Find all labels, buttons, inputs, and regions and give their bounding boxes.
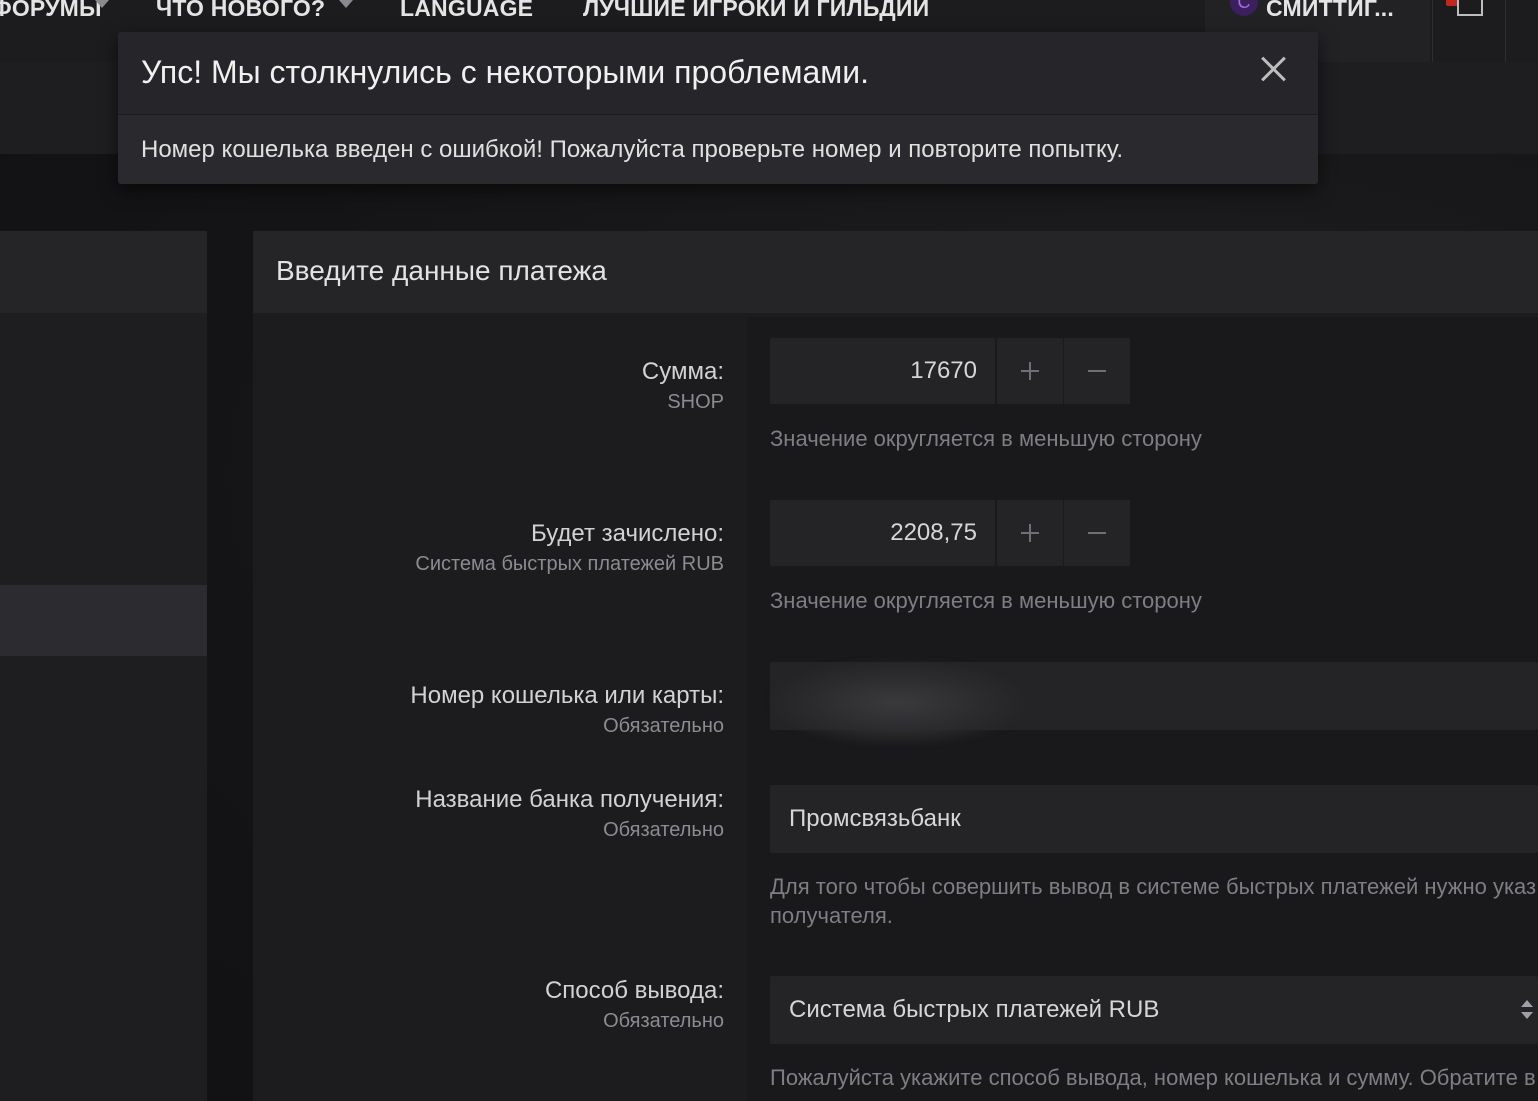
- method-required: Обязательно: [603, 1010, 724, 1032]
- bank-label: Название банка получения:: [415, 786, 724, 813]
- credited-value: 2208,75: [890, 519, 977, 546]
- nav-forums-label: Форумы: [0, 0, 102, 21]
- nav-divider: [1432, 0, 1433, 62]
- method-value: Система быстрых платежей RUB: [789, 996, 1160, 1023]
- nav-whats-new-label: Что нового?: [156, 0, 326, 21]
- amount-currency: SHOP: [667, 391, 724, 413]
- credited-input[interactable]: 2208,75: [770, 500, 995, 566]
- sidebar-header: [0, 231, 207, 313]
- sidebar: [0, 231, 207, 1101]
- nav-top-players[interactable]: Лучшие игроки и гильдии: [583, 0, 929, 26]
- bank-value: Промсвязьбанк: [789, 805, 961, 832]
- credited-decrease-button[interactable]: [1063, 500, 1130, 566]
- error-modal-header: Упс! Мы столкнулись с некоторыми проблем…: [118, 32, 1318, 115]
- nav-top-players-label: Лучшие игроки и гильдии: [583, 0, 930, 21]
- amount-hint: Значение округляется в меньшую сторону: [770, 426, 1202, 451]
- panel-header: Введите данные платежа: [253, 231, 1538, 313]
- chevron-down-icon[interactable]: [95, 0, 109, 8]
- amount-increase-button[interactable]: [996, 338, 1063, 404]
- nav-language-label: Language: [400, 0, 534, 21]
- amount-decrease-button[interactable]: [1063, 338, 1130, 404]
- nav-divider: [1505, 0, 1506, 62]
- redacted-wallet-number: [770, 660, 1025, 745]
- nav-forums[interactable]: Форумы: [0, 0, 102, 26]
- method-select[interactable]: Система быстрых платежей RUB: [770, 976, 1538, 1044]
- method-hint: Пожалуйста укажите способ вывода, номер …: [770, 1065, 1536, 1090]
- error-modal-message: Номер кошелька введен с ошибкой! Пожалуй…: [141, 136, 1124, 163]
- chevron-down-icon[interactable]: [339, 0, 353, 8]
- sidebar-item-active[interactable]: [0, 585, 207, 656]
- credited-method: Система быстрых платежей RUB: [415, 553, 724, 575]
- credited-label: Будет зачислено:: [531, 520, 724, 547]
- select-arrows-icon[interactable]: [1520, 1000, 1534, 1022]
- close-icon[interactable]: [1260, 56, 1286, 82]
- bank-required: Обязательно: [603, 819, 724, 841]
- amount-input[interactable]: 17670: [770, 338, 995, 404]
- credited-increase-button[interactable]: [996, 500, 1063, 566]
- amount-label: Сумма:: [641, 358, 724, 385]
- credited-hint: Значение округляется в меньшую сторону: [770, 588, 1202, 613]
- error-modal: Упс! Мы столкнулись с некоторыми проблем…: [118, 32, 1318, 184]
- bank-hint-line2: получателя.: [770, 903, 893, 928]
- bank-hint-line1: Для того чтобы совершить вывод в системе…: [770, 874, 1537, 899]
- envelope-icon[interactable]: [1457, 0, 1483, 16]
- amount-value: 17670: [910, 357, 977, 384]
- page-title: Введите данные платежа: [276, 255, 607, 286]
- bank-input[interactable]: Промсвязьбанк: [770, 785, 1538, 853]
- user-name[interactable]: Смиттиг...: [1266, 0, 1394, 26]
- nav-whats-new[interactable]: Что нового?: [156, 0, 325, 26]
- error-modal-title: Упс! Мы столкнулись с некоторыми проблем…: [141, 54, 869, 90]
- method-label: Способ вывода:: [544, 977, 724, 1004]
- nav-language[interactable]: Language: [400, 0, 533, 26]
- wallet-required: Обязательно: [603, 715, 724, 737]
- wallet-label: Номер кошелька или карты:: [410, 682, 724, 709]
